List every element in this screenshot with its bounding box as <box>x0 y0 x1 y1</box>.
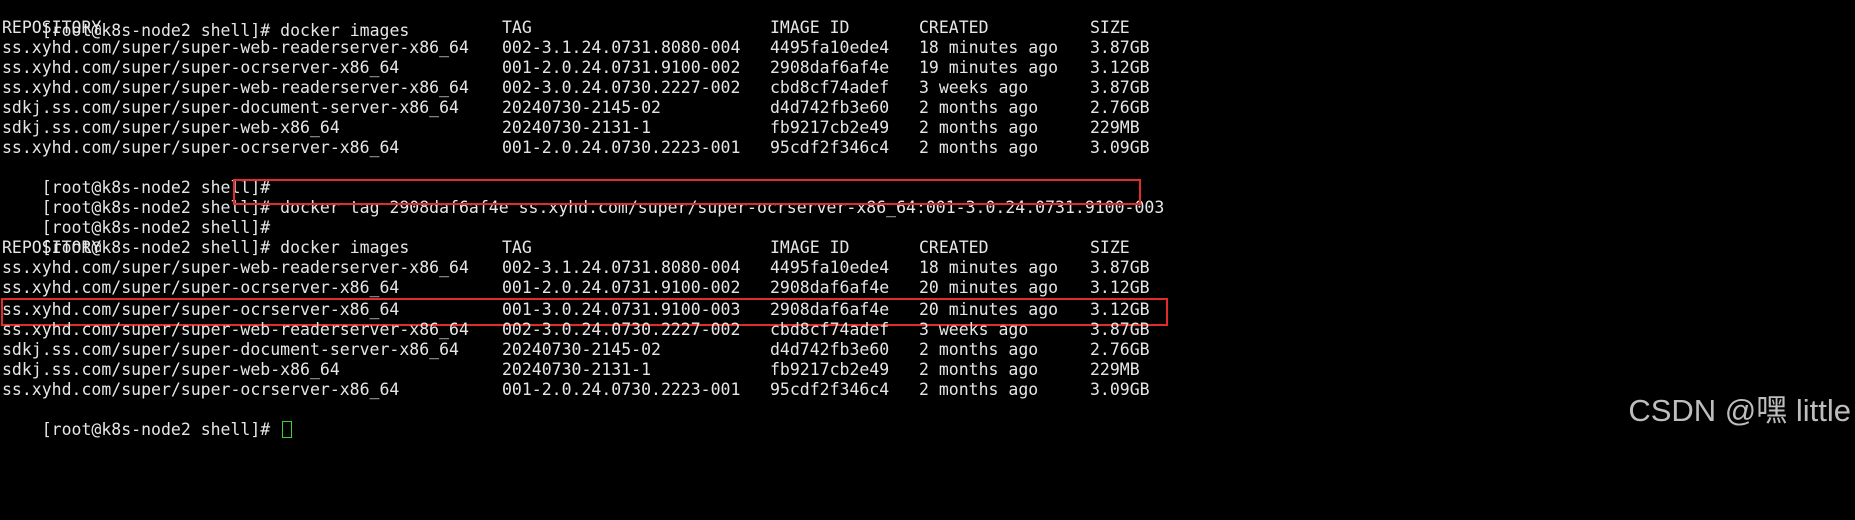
created-cell: 2 months ago <box>919 340 1039 359</box>
terminal-window[interactable]: [root@k8s-node2 shell]# docker images RE… <box>0 0 1855 439</box>
image-id-cell: fb9217cb2e49 <box>770 360 890 379</box>
table-row: sdkj.ss.com/super/super-document-server-… <box>2 98 1150 118</box>
created-cell: 3 weeks ago <box>919 78 1029 97</box>
created-cell: 2 months ago <box>919 138 1039 157</box>
repository-cell: ss.xyhd.com/super/super-web-readerserver… <box>2 78 469 97</box>
image-id-cell: 95cdf2f346c4 <box>770 138 890 157</box>
repository-cell: sdkj.ss.com/super/super-document-server-… <box>2 98 459 117</box>
image-id-cell: 4495fa10ede4 <box>770 38 890 57</box>
repository-cell: ss.xyhd.com/super/super-ocrserver-x86_64 <box>2 138 400 157</box>
table-row: sdkj.ss.com/super/super-document-server-… <box>2 340 1150 360</box>
table-row: ss.xyhd.com/super/super-web-readerserver… <box>2 258 1150 278</box>
image-id-cell: d4d742fb3e60 <box>770 340 890 359</box>
size-cell: 229MB <box>1090 360 1140 379</box>
created-cell: 3 weeks ago <box>919 320 1029 339</box>
table-row: ss.xyhd.com/super/super-ocrserver-x86_64… <box>2 138 1150 158</box>
repository-cell: sdkj.ss.com/super/super-document-server-… <box>2 340 459 359</box>
table-row: sdkj.ss.com/super/super-web-x86_64 20240… <box>2 118 1140 138</box>
image-id-cell: cbd8cf74adef <box>770 320 890 339</box>
tag-cell: 002-3.0.24.0730.2227-002 <box>502 320 741 339</box>
created-cell: 18 minutes ago <box>919 38 1059 57</box>
size-cell: 2.76GB <box>1090 340 1150 359</box>
table-header-row: REPOSITORY TAG IMAGE ID CREATED SIZE <box>2 18 1130 38</box>
table-row: ss.xyhd.com/super/super-ocrserver-x86_64… <box>2 380 1150 400</box>
size-cell: 3.12GB <box>1090 278 1150 297</box>
table-row: ss.xyhd.com/super/super-web-readerserver… <box>2 320 1150 340</box>
size-cell: 3.87GB <box>1090 78 1150 97</box>
created-cell: 18 minutes ago <box>919 258 1059 277</box>
header-created: CREATED <box>919 238 989 257</box>
tag-cell: 001-2.0.24.0730.2223-001 <box>502 138 741 157</box>
table-header-row: REPOSITORY TAG IMAGE ID CREATED SIZE <box>2 238 1130 258</box>
terminal-line-active-prompt[interactable]: [root@k8s-node2 shell]# <box>2 400 293 439</box>
terminal-line-prompt: [root@k8s-node2 shell]# <box>2 198 280 237</box>
header-image-id: IMAGE ID <box>770 18 850 37</box>
table-row: ss.xyhd.com/super/super-web-readerserver… <box>2 38 1150 58</box>
tag-cell: 002-3.0.24.0730.2227-002 <box>502 78 741 97</box>
tag-cell: 001-2.0.24.0731.9100-002 <box>502 58 741 77</box>
image-id-cell: 95cdf2f346c4 <box>770 380 890 399</box>
repository-cell: ss.xyhd.com/super/super-ocrserver-x86_64 <box>2 380 400 399</box>
text-cursor <box>282 421 293 438</box>
size-cell: 3.09GB <box>1090 380 1150 399</box>
tag-command-highlight <box>233 179 1141 205</box>
header-created: CREATED <box>919 18 989 37</box>
size-cell: 229MB <box>1090 118 1140 137</box>
size-cell: 3.87GB <box>1090 258 1150 277</box>
repository-cell: sdkj.ss.com/super/super-web-x86_64 <box>2 118 340 137</box>
tag-cell: 001-2.0.24.0731.9100-002 <box>502 278 741 297</box>
repository-cell: ss.xyhd.com/super/super-web-readerserver… <box>2 258 469 277</box>
image-id-cell: 2908daf6af4e <box>770 58 890 77</box>
image-id-cell: cbd8cf74adef <box>770 78 890 97</box>
size-cell: 3.09GB <box>1090 138 1150 157</box>
created-cell: 2 months ago <box>919 360 1039 379</box>
created-cell: 20 minutes ago <box>919 278 1059 297</box>
command-text: docker images <box>280 238 410 257</box>
image-id-cell: d4d742fb3e60 <box>770 98 890 117</box>
image-id-cell: fb9217cb2e49 <box>770 118 890 137</box>
tag-cell: 20240730-2145-02 <box>502 340 661 359</box>
image-id-cell: 2908daf6af4e <box>770 278 890 297</box>
header-tag: TAG <box>502 238 532 257</box>
header-repository: REPOSITORY <box>2 18 102 37</box>
tag-cell: 002-3.1.24.0731.8080-004 <box>502 38 741 57</box>
terminal-line-command: [root@k8s-node2 shell]# docker images <box>2 218 410 257</box>
tag-cell: 20240730-2131-1 <box>502 118 652 137</box>
header-repository: REPOSITORY <box>2 238 102 257</box>
created-cell: 19 minutes ago <box>919 58 1059 77</box>
size-cell: 2.76GB <box>1090 98 1150 117</box>
header-tag: TAG <box>502 18 532 37</box>
terminal-line-prompt: [root@k8s-node2 shell]# <box>2 158 280 197</box>
csdn-watermark: CSDN @嘿 little <box>1628 393 1851 428</box>
table-row: ss.xyhd.com/super/super-web-readerserver… <box>2 78 1150 98</box>
created-cell: 2 months ago <box>919 380 1039 399</box>
header-size: SIZE <box>1090 18 1130 37</box>
tag-cell: 20240730-2131-1 <box>502 360 652 379</box>
shell-prompt: [root@k8s-node2 shell]# <box>41 420 281 439</box>
repository-cell: ss.xyhd.com/super/super-ocrserver-x86_64 <box>2 278 400 297</box>
header-size: SIZE <box>1090 238 1130 257</box>
repository-cell: ss.xyhd.com/super/super-web-readerserver… <box>2 38 469 57</box>
created-cell: 2 months ago <box>919 118 1039 137</box>
size-cell: 3.87GB <box>1090 320 1150 339</box>
repository-cell: ss.xyhd.com/super/super-ocrserver-x86_64 <box>2 58 400 77</box>
repository-cell: sdkj.ss.com/super/super-web-x86_64 <box>2 360 340 379</box>
table-row: sdkj.ss.com/super/super-web-x86_64 20240… <box>2 360 1140 380</box>
tag-cell: 20240730-2145-02 <box>502 98 661 117</box>
table-row: ss.xyhd.com/super/super-ocrserver-x86_64… <box>2 278 1150 298</box>
tag-cell: 002-3.1.24.0731.8080-004 <box>502 258 741 277</box>
table-row: ss.xyhd.com/super/super-ocrserver-x86_64… <box>2 58 1150 78</box>
size-cell: 3.87GB <box>1090 38 1150 57</box>
repository-cell: ss.xyhd.com/super/super-web-readerserver… <box>2 320 469 339</box>
size-cell: 3.12GB <box>1090 58 1150 77</box>
header-image-id: IMAGE ID <box>770 238 850 257</box>
tag-cell: 001-2.0.24.0730.2223-001 <box>502 380 741 399</box>
created-cell: 2 months ago <box>919 98 1039 117</box>
image-id-cell: 4495fa10ede4 <box>770 258 890 277</box>
